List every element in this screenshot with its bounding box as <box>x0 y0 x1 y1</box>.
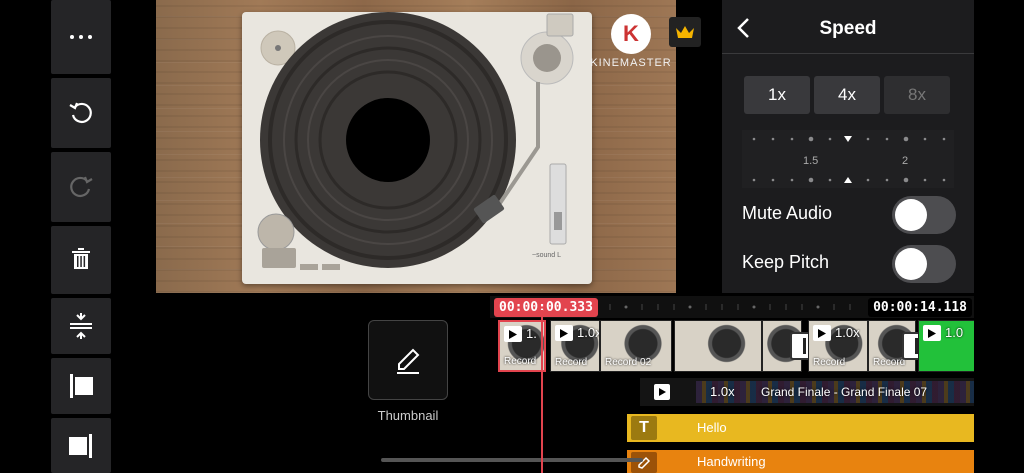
pencil-icon <box>631 452 657 473</box>
delete-button[interactable] <box>51 226 111 294</box>
turntable-image: ~sound L <box>242 12 592 284</box>
current-time-badge: 00:00:00.333 <box>494 298 598 317</box>
clip-label: Record <box>504 356 537 367</box>
logo-text: KINEMASTER <box>590 57 672 69</box>
text-layer[interactable]: T Hello <box>627 414 974 442</box>
mute-audio-toggle[interactable] <box>892 196 956 234</box>
trim-end-button[interactable] <box>51 418 111 473</box>
clip-item[interactable] <box>674 320 762 372</box>
video-preview[interactable]: ~sound L K KINEMASTER <box>156 0 676 293</box>
keep-pitch-label: Keep Pitch <box>742 252 830 272</box>
premium-button[interactable] <box>669 17 701 47</box>
toggle-knob <box>895 199 927 231</box>
speed-1x-button[interactable]: 1x <box>744 76 810 114</box>
handwriting-layer[interactable]: Handwriting <box>627 450 974 473</box>
more-options-button[interactable] <box>51 0 111 74</box>
audio-track[interactable]: 1.0x Grand Finale - Grand Finale 07 <box>640 378 974 406</box>
redo-icon <box>70 176 93 198</box>
play-icon <box>555 325 573 341</box>
clip-item[interactable]: 1.0 <box>918 320 974 372</box>
speed-ruler-ticks: 1.5 2 <box>752 136 946 183</box>
trim-start-icon <box>70 374 93 398</box>
audio-label: Grand Finale - Grand Finale 07 <box>761 385 928 399</box>
trim-start-button[interactable] <box>51 358 111 414</box>
toggle-knob <box>895 248 927 280</box>
clip-label: Record <box>555 357 588 368</box>
keep-pitch-row: Keep Pitch <box>742 244 956 284</box>
clip-speed: 1. <box>526 326 537 341</box>
turntable-drawing: ~sound L <box>257 12 574 270</box>
playhead[interactable] <box>541 310 543 473</box>
clip-speed: 1.0x <box>577 325 600 340</box>
logo-mark: K <box>611 14 651 54</box>
clip-label: Record <box>813 357 846 368</box>
clip-item[interactable]: 1.0x Record <box>808 320 868 372</box>
total-time-badge: 00:00:14.118 <box>868 298 972 317</box>
speed-panel: Speed 1x 4x 8x 1.5 2 Mute Audio Keep Pit… <box>722 0 974 293</box>
redo-button[interactable] <box>51 152 111 222</box>
left-toolbar <box>51 0 111 473</box>
mute-audio-row: Mute Audio <box>742 195 956 235</box>
play-icon <box>813 325 831 341</box>
play-icon <box>504 326 522 342</box>
text-layer-label: Hello <box>697 420 727 435</box>
speed-4x-button[interactable]: 4x <box>814 76 880 114</box>
kinemaster-logo: K KINEMASTER <box>586 14 676 69</box>
undo-icon <box>69 102 92 124</box>
pencil-icon <box>397 348 420 374</box>
panel-header: Speed <box>722 0 974 54</box>
video-track[interactable]: 1. Record 1.0x Record Record 02 1.0x Rec… <box>498 320 974 372</box>
speed-indicator-top <box>844 136 852 142</box>
clip-speed: 1.0x <box>835 325 860 340</box>
speed-indicator-bottom <box>844 177 852 183</box>
crown-icon <box>676 26 694 38</box>
trash-icon <box>72 248 90 269</box>
text-layer-icon: T <box>631 416 657 440</box>
thumbnail-button[interactable] <box>368 320 448 400</box>
audio-speed: 1.0x <box>710 384 735 399</box>
clip-item[interactable]: Record 02 <box>600 320 672 372</box>
ruler-label-2: 2 <box>902 155 908 167</box>
mute-audio-label: Mute Audio <box>742 203 833 223</box>
speed-ruler[interactable]: 1.5 2 <box>742 130 954 188</box>
thumbnail-label: Thumbnail <box>377 408 439 423</box>
clip-speed: 1.0 <box>945 325 964 340</box>
clip-item[interactable]: 1.0x Record <box>550 320 600 372</box>
clip-label: Record 02 <box>605 357 652 368</box>
split-icon <box>70 313 92 339</box>
panel-title: Speed <box>819 18 877 39</box>
handwriting-layer-label: Handwriting <box>697 454 766 469</box>
ruler-label-1-5: 1.5 <box>803 155 818 167</box>
clip-item[interactable]: 1. Record <box>498 320 546 372</box>
more-dots-icon <box>70 35 92 39</box>
play-icon <box>654 384 670 400</box>
timeline-scrollbar[interactable] <box>381 458 643 462</box>
undo-button[interactable] <box>51 78 111 148</box>
play-icon <box>923 325 941 341</box>
split-button[interactable] <box>51 298 111 354</box>
speed-8x-button[interactable]: 8x <box>884 76 950 114</box>
svg-text:~sound L: ~sound L <box>532 252 561 259</box>
keep-pitch-toggle[interactable] <box>892 245 956 283</box>
clip-label: Record <box>873 357 906 368</box>
trim-end-icon <box>69 433 92 458</box>
